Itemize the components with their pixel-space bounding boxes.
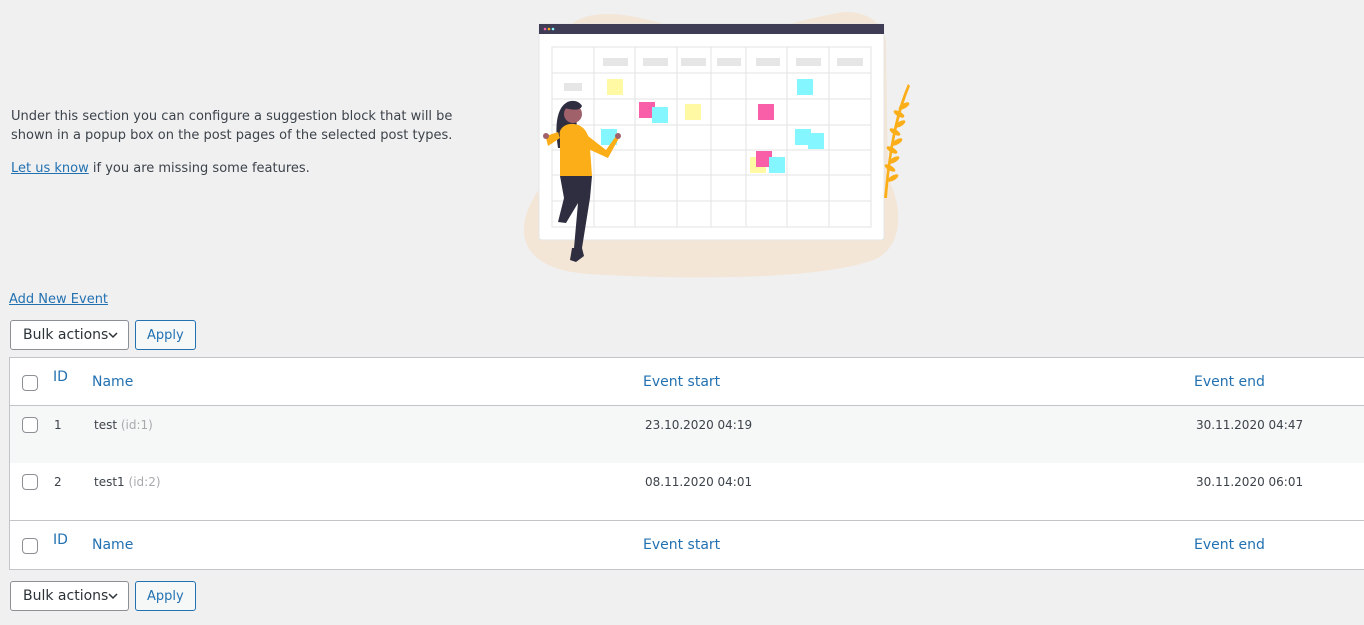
row-checkbox[interactable] — [22, 474, 38, 490]
add-new-event-link[interactable]: Add New Event — [9, 292, 108, 307]
row-name-link[interactable]: test1 — [94, 475, 125, 489]
table-header-row: ID Name Event start Event end — [10, 358, 1364, 406]
events-table: ID Name Event start Event end 1 test (id… — [9, 357, 1364, 570]
table-footer-row: ID Name Event start Event end — [10, 520, 1364, 569]
row-id: 1 — [54, 418, 62, 432]
table-row: 1 test (id:1) 23.10.2020 04:19 30.11.202… — [10, 406, 1364, 463]
let-us-know-link[interactable]: Let us know — [11, 161, 89, 176]
intro-feedback: Let us know if you are missing some feat… — [11, 159, 486, 178]
bulk-actions-bottom: Bulk actions Apply — [10, 581, 196, 611]
apply-button[interactable]: Apply — [135, 320, 196, 350]
bulk-actions-select[interactable]: Bulk actions — [10, 320, 129, 350]
bulk-actions-select-bottom[interactable]: Bulk actions — [10, 581, 129, 611]
column-header-name[interactable]: Name — [92, 374, 133, 390]
intro-text-block: Under this section you can configure a s… — [11, 107, 486, 192]
row-checkbox[interactable] — [22, 417, 38, 433]
column-footer-name[interactable]: Name — [92, 537, 133, 553]
calendar-illustration — [523, 12, 910, 278]
row-event-end: 30.11.2020 04:47 — [1196, 418, 1304, 432]
row-event-start: 23.10.2020 04:19 — [645, 418, 753, 432]
select-all-checkbox-footer[interactable] — [22, 538, 38, 554]
table-row: 2 test1 (id:2) 08.11.2020 04:01 30.11.20… — [10, 463, 1364, 520]
column-footer-id[interactable]: ID — [53, 532, 68, 548]
column-footer-event-end[interactable]: Event end — [1194, 537, 1265, 553]
row-name: test (id:1) — [94, 418, 153, 432]
intro-description: Under this section you can configure a s… — [11, 109, 453, 143]
row-slug: (id:2) — [128, 475, 161, 489]
row-name: test1 (id:2) — [94, 475, 161, 489]
row-event-end: 30.11.2020 06:01 — [1196, 475, 1304, 489]
column-footer-event-start[interactable]: Event start — [643, 537, 720, 553]
column-header-event-start[interactable]: Event start — [643, 374, 720, 390]
column-header-id[interactable]: ID — [53, 369, 68, 385]
chevron-down-icon — [108, 332, 118, 339]
row-name-link[interactable]: test — [94, 418, 117, 432]
column-header-event-end[interactable]: Event end — [1194, 374, 1265, 390]
bulk-actions-top: Bulk actions Apply — [10, 320, 196, 350]
bulk-actions-value: Bulk actions — [23, 327, 109, 343]
apply-button-bottom[interactable]: Apply — [135, 581, 196, 611]
select-all-checkbox[interactable] — [22, 375, 38, 391]
row-event-start: 08.11.2020 04:01 — [645, 475, 753, 489]
bulk-actions-value: Bulk actions — [23, 588, 109, 604]
chevron-down-icon — [108, 593, 118, 600]
row-slug: (id:1) — [120, 418, 153, 432]
feedback-rest-text: if you are missing some features. — [88, 161, 310, 176]
row-id: 2 — [54, 475, 62, 489]
